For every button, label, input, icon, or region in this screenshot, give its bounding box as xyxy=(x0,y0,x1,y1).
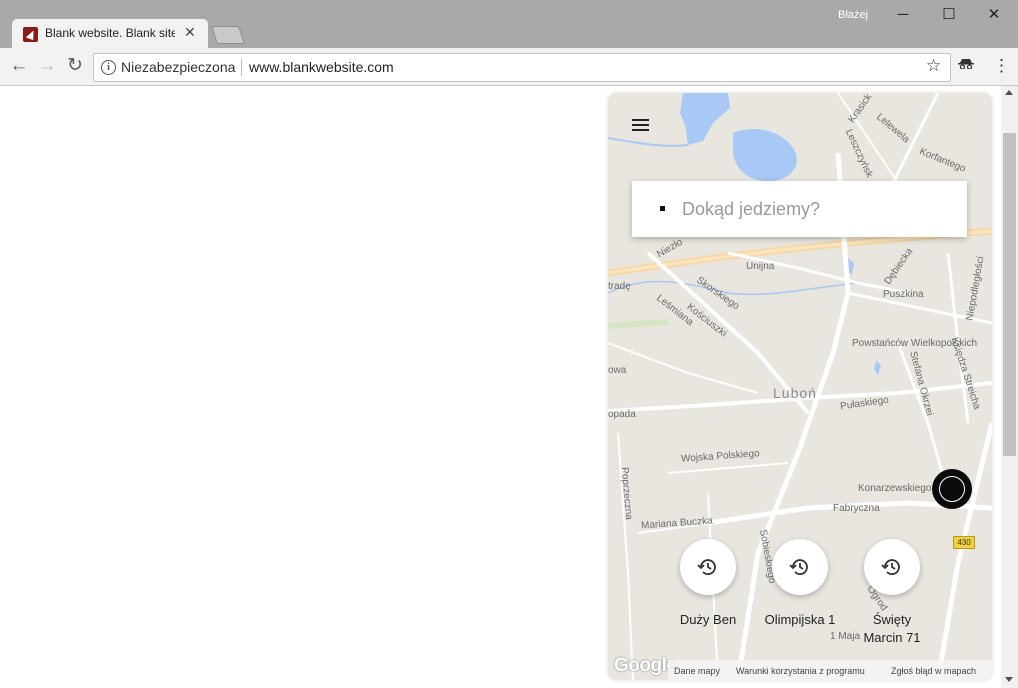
destination-search-box[interactable] xyxy=(632,181,967,237)
menu-icon[interactable] xyxy=(632,119,650,133)
history-icon xyxy=(881,559,900,575)
scrollbar-thumb[interactable] xyxy=(1003,133,1016,456)
maximize-button[interactable]: ☐ xyxy=(926,3,972,27)
recent-place-button[interactable]: Święty Marcin 71 xyxy=(842,539,942,647)
forward-arrow-icon[interactable]: → xyxy=(37,56,57,76)
browser-toolbar: ← → ↻ i Niezabezpieczona www.blankwebsit… xyxy=(0,48,1018,86)
map-widget[interactable]: Luboń Unijna Puszkina Dębiecka Powstańcó… xyxy=(608,93,992,680)
tab-title: Blank website. Blank site xyxy=(45,26,175,40)
recent-place-button[interactable]: Duży Ben xyxy=(658,539,758,629)
my-location-button[interactable] xyxy=(932,469,972,509)
map-street-label: Puszkina xyxy=(883,289,924,300)
close-window-button[interactable]: ✕ xyxy=(971,3,1017,27)
map-attribution-bar: Dane mapy Warunki korzystania z programu… xyxy=(668,660,992,680)
recent-place-label: Olimpijska 1 xyxy=(764,612,836,627)
road-number-badge: 430 xyxy=(953,536,975,549)
destination-input[interactable] xyxy=(682,195,952,223)
security-indicator[interactable]: Niezabezpieczona xyxy=(121,59,235,75)
history-icon xyxy=(789,559,808,575)
site-favicon xyxy=(23,27,38,42)
scroll-down-icon[interactable] xyxy=(1005,677,1013,682)
destination-marker-icon xyxy=(660,206,665,211)
title-bar: Blank website. Blank site ✕ Błażej ─ ☐ ✕ xyxy=(0,0,1018,49)
map-street-label: opada xyxy=(608,409,636,420)
map-data-link[interactable]: Dane mapy xyxy=(674,666,720,676)
profile-name[interactable]: Błażej xyxy=(838,9,868,21)
more-menu-icon[interactable]: ⋮ xyxy=(993,56,1010,76)
address-bar[interactable]: i Niezabezpieczona www.blankwebsite.com … xyxy=(93,53,951,82)
map-street-label: Fabryczna xyxy=(833,503,880,514)
map-street-label: owa xyxy=(608,365,627,376)
recent-place-label: Święty Marcin 71 xyxy=(863,612,921,645)
history-icon-button[interactable] xyxy=(772,539,828,595)
terms-link[interactable]: Warunki korzystania z programu xyxy=(736,666,865,676)
bookmark-star-icon[interactable]: ☆ xyxy=(926,56,941,76)
minimize-button[interactable]: ─ xyxy=(880,3,926,27)
omnibox-divider xyxy=(241,59,242,76)
back-arrow-icon[interactable]: ← xyxy=(9,56,29,76)
reload-icon[interactable]: ↻ xyxy=(65,56,85,76)
new-tab-button[interactable] xyxy=(211,26,245,44)
report-error-link[interactable]: Zgłoś błąd w mapach xyxy=(891,666,976,676)
incognito-icon[interactable] xyxy=(958,59,974,69)
url-text[interactable]: www.blankwebsite.com xyxy=(249,59,394,75)
map-town-label: Luboń xyxy=(773,385,817,401)
history-icon xyxy=(697,559,716,575)
history-icon-button[interactable] xyxy=(680,539,736,595)
tab-close-icon[interactable]: ✕ xyxy=(184,24,196,41)
browser-tab[interactable]: Blank website. Blank site ✕ xyxy=(12,19,208,49)
info-icon[interactable]: i xyxy=(101,60,116,75)
recent-place-button[interactable]: Olimpijska 1 xyxy=(750,539,850,629)
recent-place-label: Duży Ben xyxy=(679,612,737,627)
map-street-label: tradę xyxy=(608,281,631,292)
map-street-label: Konarzewskiego xyxy=(858,483,932,494)
scroll-up-icon[interactable] xyxy=(1005,90,1013,95)
map-street-label: Unijna xyxy=(746,261,775,272)
history-icon-button[interactable] xyxy=(864,539,920,595)
